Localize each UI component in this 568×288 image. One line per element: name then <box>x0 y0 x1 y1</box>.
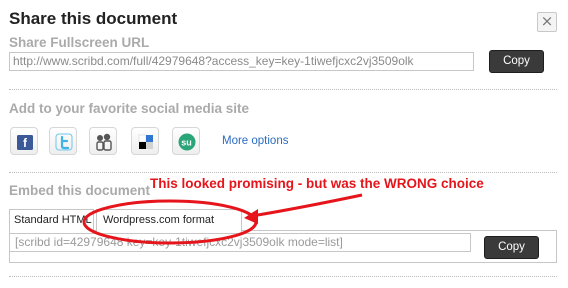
divider <box>9 276 557 277</box>
more-options-link[interactable]: More options <box>222 135 288 147</box>
stumbleupon-icon[interactable]: su <box>172 127 200 155</box>
fullscreen-url-field[interactable]: http://www.scribd.com/full/42979648?acce… <box>9 52 474 71</box>
copy-embed-button[interactable]: Copy <box>484 236 539 259</box>
annotation-text: This looked promising - but was the WRON… <box>150 176 484 191</box>
myspace-icon[interactable] <box>89 127 117 155</box>
annotation-arrowhead <box>244 209 258 224</box>
svg-text:su: su <box>181 138 192 148</box>
annotation-arrow <box>251 193 363 218</box>
embed-label: Embed this document <box>9 183 151 198</box>
fullscreen-url-label: Share Fullscreen URL <box>9 35 150 50</box>
facebook-icon[interactable]: f <box>10 127 38 155</box>
divider <box>9 89 557 90</box>
tab-standard-html[interactable]: Standard HTML <box>9 209 94 231</box>
tab-wordpress-format[interactable]: Wordpress.com format <box>96 209 242 232</box>
copy-url-button[interactable]: Copy <box>489 50 544 73</box>
embed-code-field[interactable]: [scribd id=42979648 key=key-1tiwefjcxc2v… <box>9 233 471 252</box>
close-icon: × <box>540 12 554 30</box>
social-label: Add to your favorite social media site <box>9 101 250 116</box>
close-button[interactable]: × <box>537 12 557 32</box>
dialog-title: Share this document <box>9 9 178 28</box>
delicious-icon[interactable] <box>131 127 159 155</box>
twitter-icon[interactable] <box>49 127 77 155</box>
divider <box>9 172 557 173</box>
